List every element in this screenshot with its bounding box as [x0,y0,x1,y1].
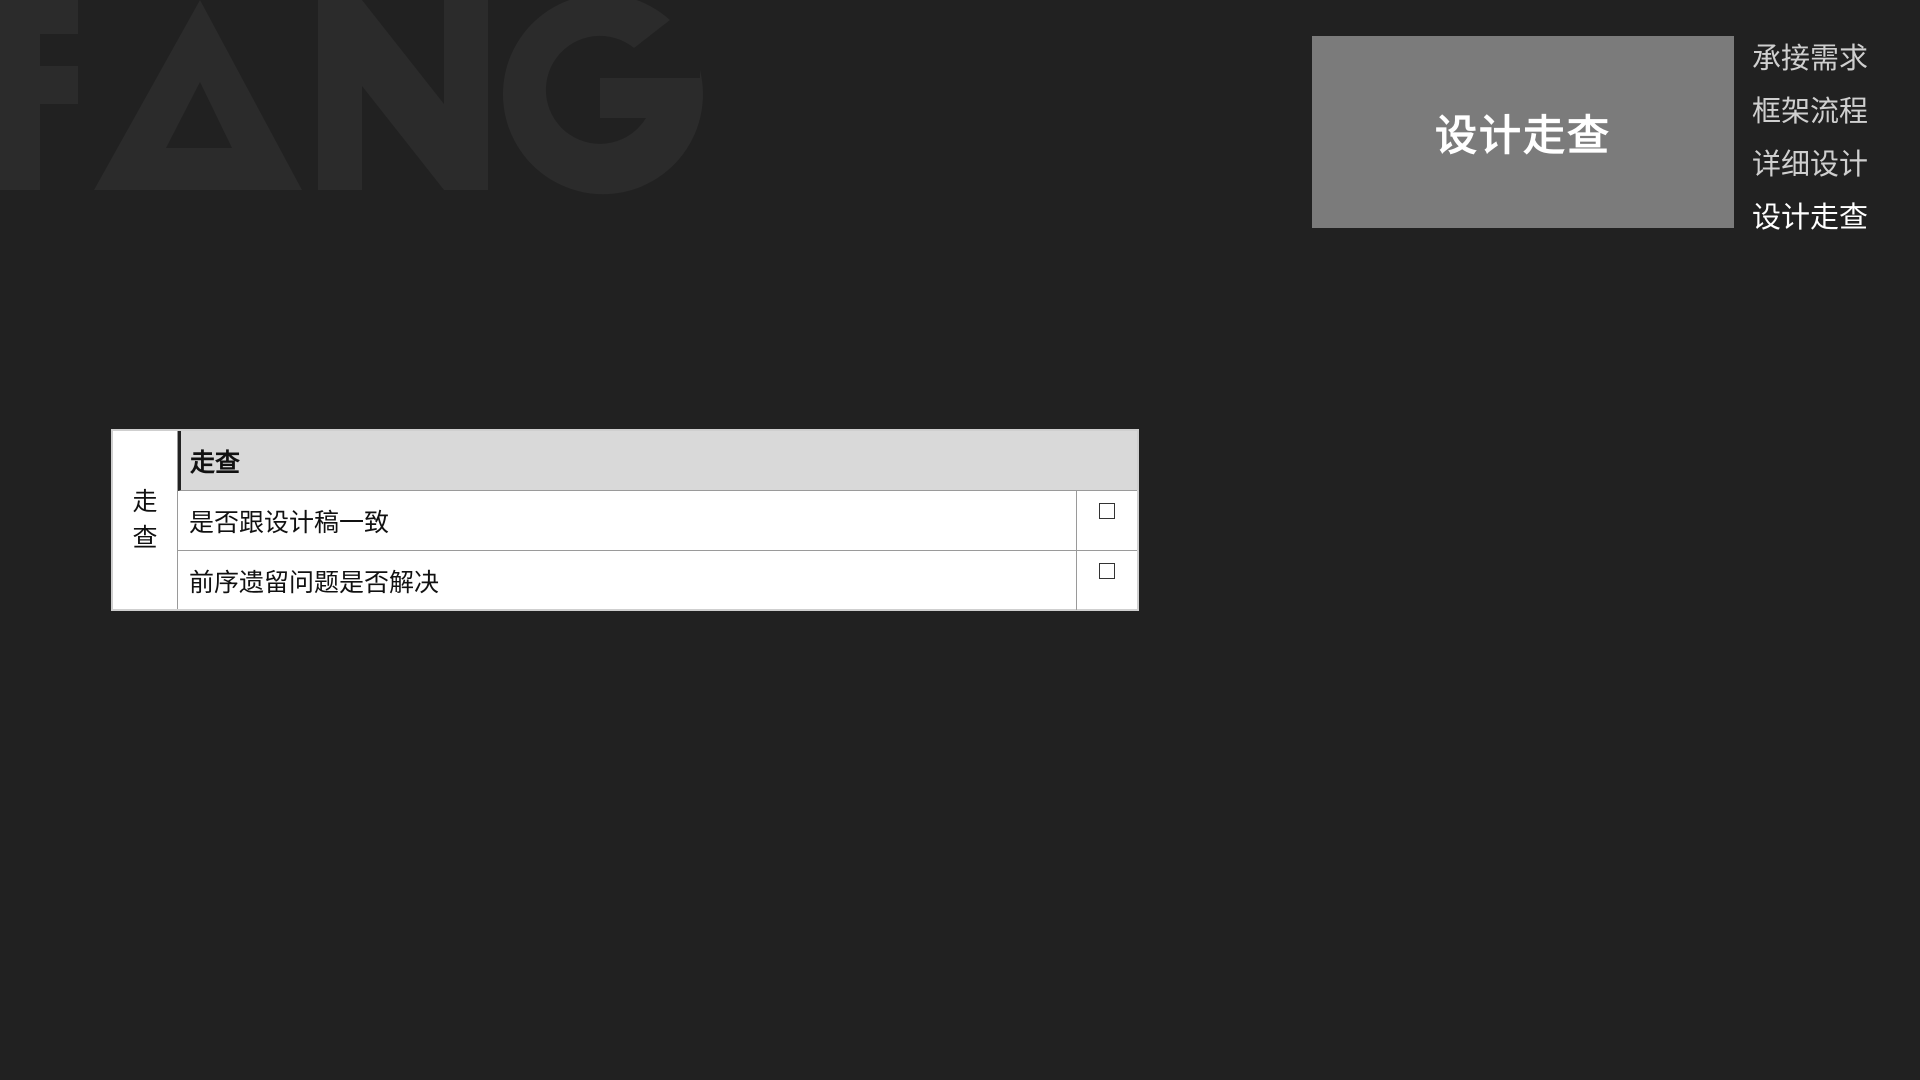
checkbox-legacy-issues-resolved[interactable] [1099,563,1115,579]
fang-logo-watermark [0,0,703,195]
table-row: 是否跟设计稿一致 [178,491,1137,551]
category-cell: 走查 [113,431,178,609]
section-title: 设计走查 [1434,110,1611,160]
checkbox-cell [1077,551,1137,610]
nav-item-design-review[interactable]: 设计走查 [1752,191,1920,244]
nav-item-detailed-design[interactable]: 详细设计 [1752,138,1920,191]
nav-item-requirements[interactable]: 承接需求 [1752,32,1920,85]
checklist-item-text: 是否跟设计稿一致 [178,491,1077,550]
checklist-item-text: 前序遗留问题是否解决 [178,551,1077,610]
nav-item-framework-flow[interactable]: 框架流程 [1752,85,1920,138]
section-title-banner: 设计走查 [1312,36,1734,228]
checkbox-design-consistency[interactable] [1099,503,1115,519]
table-header-row: 走查 [178,431,1137,491]
table-row: 前序遗留问题是否解决 [178,551,1137,610]
step-navigation: 承接需求 框架流程 详细设计 设计走查 [1752,32,1920,244]
table-header-label: 走查 [190,447,241,477]
review-checklist-table: 走查 走查 是否跟设计稿一致 前序遗留问题是否解决 [111,429,1139,611]
category-label: 走查 [132,487,158,552]
checkbox-cell [1077,491,1137,550]
